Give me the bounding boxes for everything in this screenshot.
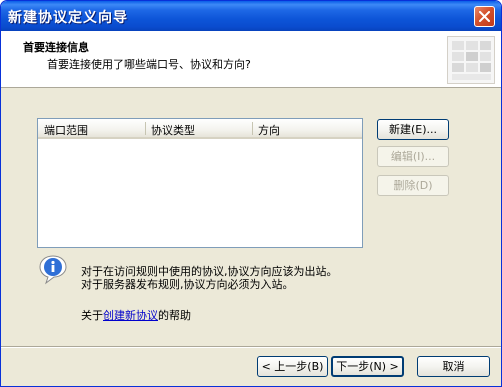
header-subtitle: 首要连接使用了哪些端口号、协议和方向? xyxy=(47,58,251,71)
back-button[interactable]: < 上一步(B) xyxy=(257,356,328,377)
info-text-inbound: 对于服务器发布规则,协议方向必须为入站。 xyxy=(81,278,294,291)
footer-divider xyxy=(1,346,501,348)
wizard-graphic-icon xyxy=(447,36,495,84)
title-bar[interactable]: 新建协议定义向导 xyxy=(1,1,501,31)
info-icon xyxy=(39,255,67,285)
column-header-port-range[interactable]: 端口范围 xyxy=(44,122,88,138)
help-prefix: 关于 xyxy=(81,309,103,322)
header-panel: 首要连接信息 首要连接使用了哪些端口号、协议和方向? xyxy=(1,31,501,88)
column-separator[interactable] xyxy=(145,122,146,135)
column-header-direction[interactable]: 方向 xyxy=(258,122,280,138)
wizard-window: 新建协议定义向导 首要连接信息 首要连接使用了哪些端口号、协议和方向? 端口范围 xyxy=(0,0,502,387)
header-title: 首要连接信息 xyxy=(23,41,89,54)
cancel-button[interactable]: 取消 xyxy=(417,356,490,377)
edit-button[interactable]: 编辑(I)... xyxy=(377,146,449,167)
column-separator[interactable] xyxy=(252,122,253,135)
close-button[interactable] xyxy=(474,6,495,27)
create-protocol-help-link[interactable]: 创建新协议 xyxy=(103,309,158,322)
window-title: 新建协议定义向导 xyxy=(8,10,128,26)
close-icon xyxy=(479,11,490,22)
help-suffix: 的帮助 xyxy=(158,309,191,322)
column-header-protocol-type[interactable]: 协议类型 xyxy=(151,122,195,138)
delete-button[interactable]: 删除(D) xyxy=(377,175,449,196)
protocol-list[interactable]: 端口范围 协议类型 方向 xyxy=(37,118,363,248)
new-button[interactable]: 新建(E)... xyxy=(377,119,449,140)
help-line: 关于创建新协议的帮助 xyxy=(81,307,191,323)
list-header: 端口范围 协议类型 方向 xyxy=(38,119,362,139)
next-button[interactable]: 下一步(N) > xyxy=(331,356,404,377)
